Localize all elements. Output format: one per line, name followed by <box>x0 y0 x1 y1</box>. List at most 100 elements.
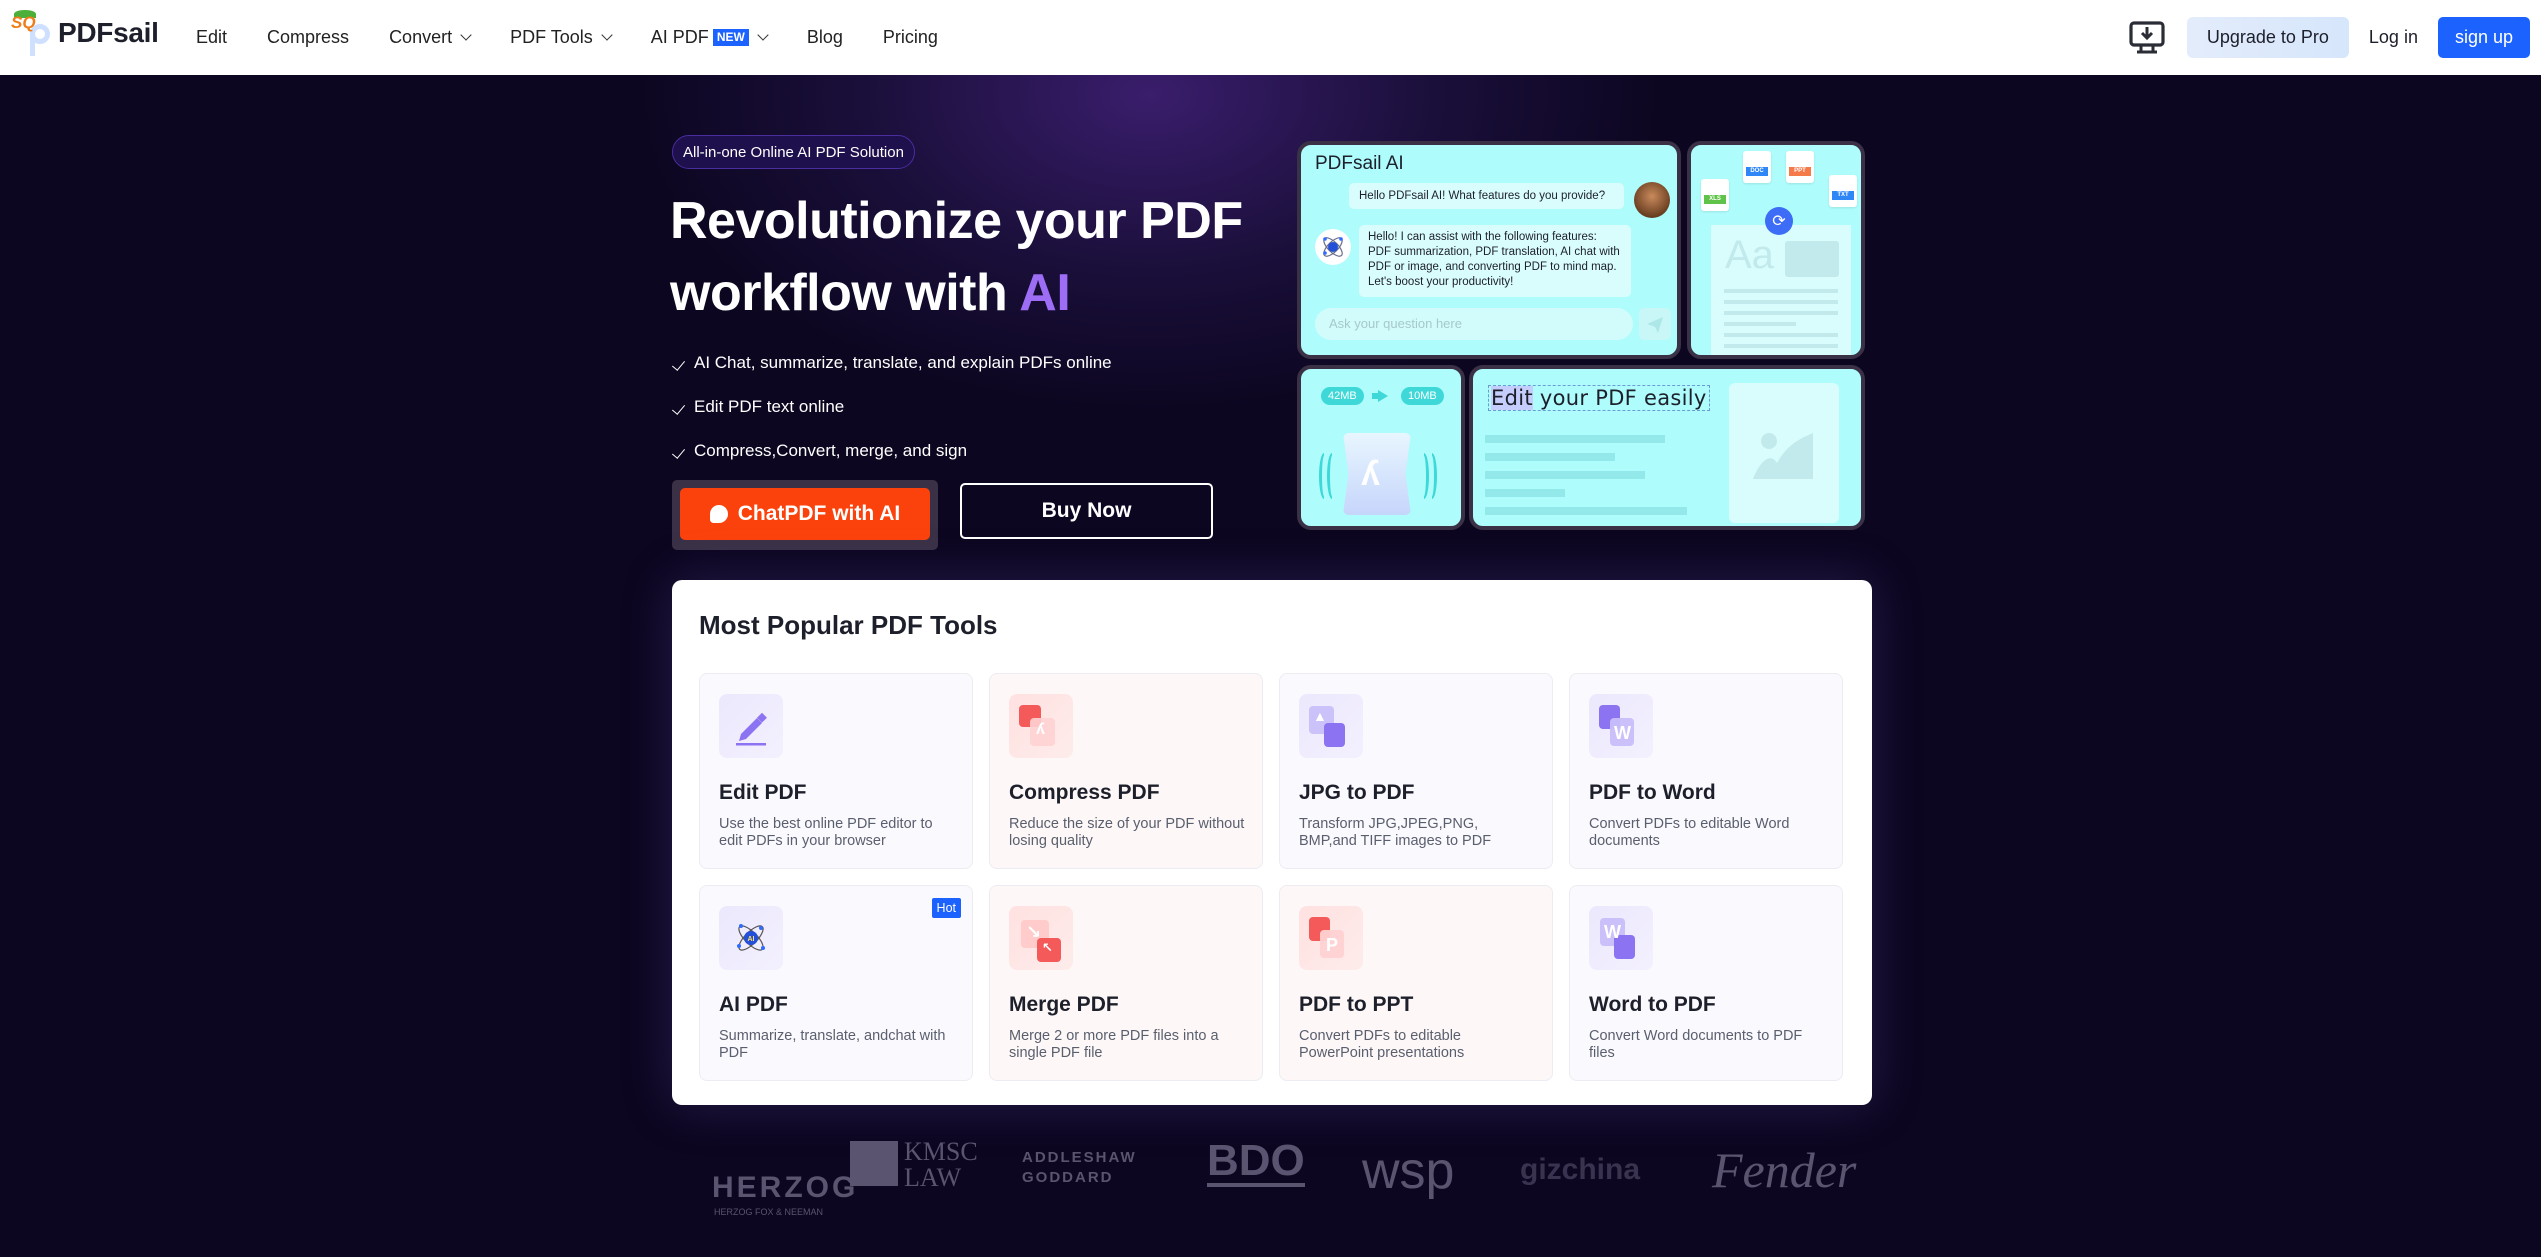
nav-edit-label: Edit <box>196 27 228 47</box>
logo-goddard: GODDARD <box>1022 1169 1114 1186</box>
nav-blog[interactable]: Blog <box>807 27 843 48</box>
ppt-file-icon: PPT <box>1786 151 1814 183</box>
svg-text:AI: AI <box>748 936 755 943</box>
nav-ai-pdf[interactable]: AI PDF NEW <box>650 27 769 48</box>
compress-pdf-icon: ʎ <box>1009 694 1073 758</box>
txt-file-icon: TXT <box>1829 175 1857 207</box>
sync-icon: ⟳ <box>1765 207 1793 235</box>
hero-title-highlight: AI <box>1019 264 1071 322</box>
nav-convert-label: Convert <box>389 27 453 47</box>
hero-pill-tag: All-in-one Online AI PDF Solution <box>672 135 915 169</box>
tool-description: Convert PDFs to editable Word documents <box>1589 816 1790 849</box>
chevron-down-icon <box>601 29 613 41</box>
brand-name: PDFsail <box>58 17 159 48</box>
logo-herzog-sub: HERZOG FOX & NEEMAN <box>714 1207 824 1217</box>
check-icon <box>671 401 686 415</box>
nav-pricing[interactable]: Pricing <box>883 27 938 48</box>
feature-item: Compress,Convert, merge, and sign <box>671 429 1112 473</box>
image-placeholder-icon <box>1785 241 1839 277</box>
new-badge: NEW <box>712 28 749 47</box>
tool-name: AI PDF <box>719 993 788 1016</box>
file-convert-preview: XLS DOC PPT TXT Aa ⟳ <box>1687 141 1865 359</box>
ai-avatar-icon <box>1315 229 1351 265</box>
size-after: 10MB <box>1401 387 1444 405</box>
tool-card-pdf-to-word[interactable]: W PDF to Word Convert PDFs to editable W… <box>1569 673 1843 869</box>
feature-text: Edit PDF text online <box>694 397 845 416</box>
nav-pdf-tools[interactable]: PDF Tools <box>510 27 613 48</box>
tool-card-pdf-to-ppt[interactable]: P PDF to PPT Convert PDFs to editable Po… <box>1279 885 1553 1081</box>
hot-badge: Hot <box>931 898 961 918</box>
ai-chat-bubble-icon <box>709 505 728 523</box>
tool-card-jpg-to-pdf[interactable]: ▲ JPG to PDF Transform JPG,JPEG,PNG, BMP… <box>1279 673 1553 869</box>
logo-addleshaw: ADDLESHAW <box>1022 1149 1137 1166</box>
image-convert-icon: ▲ <box>1299 694 1363 758</box>
word-convert-icon: W <box>1589 694 1653 758</box>
tool-name: PDF to PPT <box>1299 993 1414 1016</box>
client-logos-strip: HERZOG HERZOG FOX & NEEMAN KMSC LAW ADDL… <box>672 1135 1872 1245</box>
check-icon <box>671 445 686 459</box>
nav-convert[interactable]: Convert <box>389 27 472 48</box>
editable-text-sample: Edit your PDF easily <box>1488 385 1710 411</box>
chatpdf-with-ai-button[interactable]: ChatPDF with AI <box>680 488 930 540</box>
user-message-bubble: Hello PDFsail AI! What features do you p… <box>1349 183 1624 209</box>
compress-preview: 42MB 10MB ʎ <box>1297 365 1465 530</box>
tool-card-word-to-pdf[interactable]: W Word to PDF Convert Word documents to … <box>1569 885 1843 1081</box>
buy-now-button[interactable]: Buy Now <box>960 483 1213 539</box>
chat-preview-title: PDFsail AI <box>1315 153 1404 174</box>
tool-name: PDF to Word <box>1589 781 1716 804</box>
brand-logo[interactable]: SQ PDFsail <box>8 10 159 56</box>
arrow-right-icon <box>1372 390 1388 402</box>
tool-description: Reduce the size of your PDF without losi… <box>1009 816 1245 849</box>
upgrade-to-pro-button[interactable]: Upgrade to Pro <box>2186 17 2349 58</box>
nav-edit[interactable]: Edit <box>196 27 227 48</box>
login-link[interactable]: Log in <box>2369 27 2418 48</box>
top-navbar: SQ PDFsail Edit Compress Convert PDF Too… <box>0 0 2541 75</box>
logo-kmsc-mark <box>850 1141 898 1186</box>
tool-card-compress-pdf[interactable]: ʎ Compress PDF Reduce the size of your P… <box>989 673 1263 869</box>
signup-button[interactable]: sign up <box>2437 17 2530 58</box>
nav-blog-label: Blog <box>806 27 843 47</box>
tool-card-merge-pdf[interactable]: ↘ ↖ Merge PDF Merge 2 or more PDF files i… <box>989 885 1263 1081</box>
chevron-down-icon <box>460 29 472 41</box>
logo-herzog: HERZOG <box>712 1171 859 1204</box>
acrobat-icon: ʎ <box>1361 455 1380 493</box>
tool-name: Edit PDF <box>719 781 807 804</box>
feature-item: AI Chat, summarize, translate, and expla… <box>671 341 1112 385</box>
nav-ai-pdf-label: AI PDF <box>650 27 709 47</box>
logo-bdo: BDO <box>1207 1136 1305 1187</box>
tool-description: Convert Word documents to PDF files <box>1589 1028 1803 1061</box>
pencil-icon <box>719 694 783 758</box>
nav-pricing-label: Pricing <box>882 27 938 47</box>
popular-tools-card: Most Popular PDF Tools Edit PDF Use the … <box>672 580 1872 1105</box>
tool-description: Merge 2 or more PDF files into a single … <box>1009 1028 1219 1061</box>
logo-wsp: wsp <box>1362 1142 1455 1200</box>
tool-card-edit-pdf[interactable]: Edit PDF Use the best online PDF editor … <box>699 673 973 869</box>
tool-name: Word to PDF <box>1589 993 1716 1016</box>
send-icon <box>1639 308 1671 340</box>
tool-description: Use the best online PDF editor to edit P… <box>719 816 933 849</box>
user-avatar <box>1634 182 1670 218</box>
chatpdf-button-frame: ChatPDF with AI <box>672 480 938 550</box>
hero-feature-list: AI Chat, summarize, translate, and expla… <box>671 341 1112 473</box>
feature-text: AI Chat, summarize, translate, and expla… <box>694 353 1112 372</box>
doc-file-icon: DOC <box>1743 151 1771 183</box>
tool-card-ai-pdf[interactable]: Hot AI AI PDF Summarize, translate, andc… <box>699 885 973 1081</box>
desktop-download-icon[interactable] <box>2129 20 2165 55</box>
tool-description: Summarize, translate, andchat with PDF <box>719 1028 946 1061</box>
hero-section: All-in-one Online AI PDF Solution Revolu… <box>0 75 2541 1257</box>
chatpdf-button-label: ChatPDF with AI <box>737 502 901 525</box>
chat-question-input: Ask your question here <box>1315 308 1633 340</box>
logo-icon: SQ <box>8 10 52 56</box>
nav-compress[interactable]: Compress <box>267 27 349 48</box>
logo-fender: Fender <box>1712 1142 1857 1198</box>
tool-name: Compress PDF <box>1009 781 1160 804</box>
tool-description: Convert PDFs to editable PowerPoint pres… <box>1299 1028 1465 1061</box>
ai-atom-icon: AI <box>719 906 783 970</box>
hero-title-line2: workflow with <box>670 264 1020 322</box>
nav-links: Edit Compress Convert PDF Tools AI PDF NE… <box>196 0 978 75</box>
feature-item: Edit PDF text online <box>671 385 1112 429</box>
merge-icon: ↘ ↖ <box>1009 906 1073 970</box>
size-before: 42MB <box>1321 387 1364 405</box>
ai-message-bubble: Hello! I can assist with the following f… <box>1359 225 1631 297</box>
nav-pdf-tools-label: PDF Tools <box>510 27 593 47</box>
